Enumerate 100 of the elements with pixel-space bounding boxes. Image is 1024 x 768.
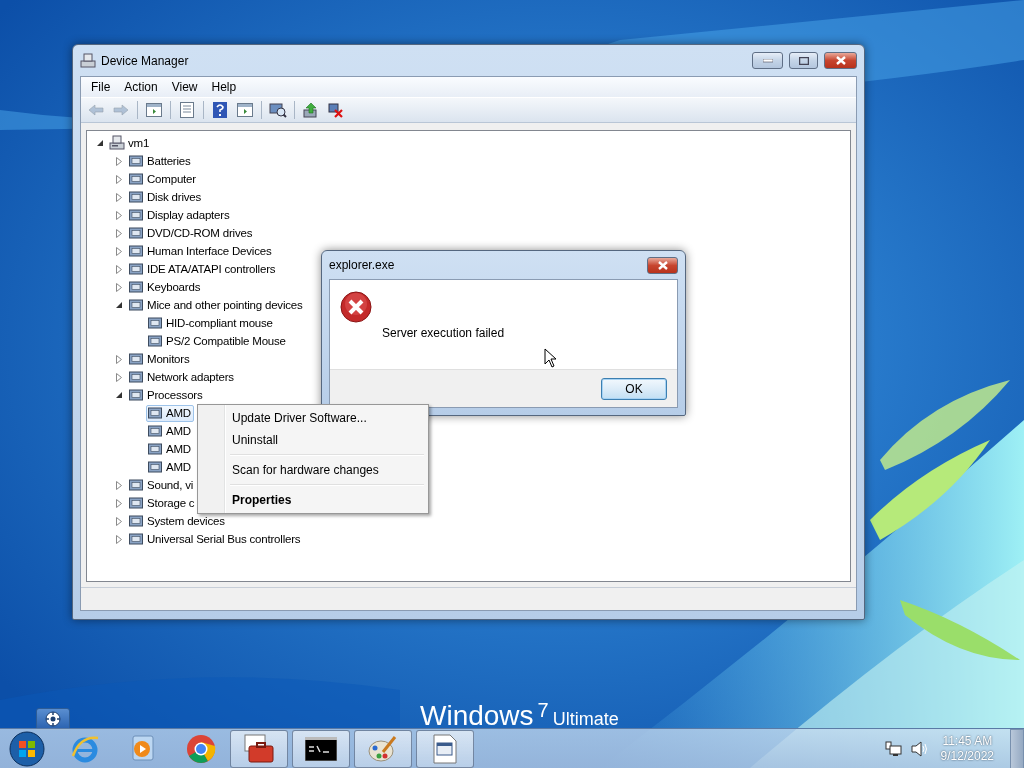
- collapsed-arrow-icon[interactable]: [116, 498, 122, 508]
- start-orb-icon: [8, 730, 46, 768]
- tree-item[interactable]: Batteries: [127, 152, 194, 170]
- tree-item[interactable]: IDE ATA/ATAPI controllers: [127, 260, 279, 278]
- collapsed-arrow-icon[interactable]: [116, 228, 122, 238]
- device-icon: [147, 459, 163, 475]
- toolbox-icon: [243, 734, 275, 764]
- gadget-button[interactable]: [36, 708, 70, 730]
- branding-text: Ultimate: [552, 710, 619, 728]
- tree-item[interactable]: HID-compliant mouse: [146, 314, 276, 332]
- tree-item[interactable]: Keyboards: [127, 278, 204, 296]
- menu-item[interactable]: Help: [204, 80, 244, 94]
- tree-item[interactable]: DVD/CD-ROM drives: [127, 224, 256, 242]
- forward-arrow-icon: [113, 104, 129, 116]
- tree-item[interactable]: Monitors: [127, 350, 193, 368]
- tree-item[interactable]: Display adapters: [127, 206, 233, 224]
- tree-item[interactable]: Sound, vi: [127, 476, 197, 494]
- tree-item[interactable]: Storage c: [127, 494, 198, 512]
- device-icon: [128, 207, 144, 223]
- collapsed-arrow-icon[interactable]: [116, 372, 122, 382]
- menu-item[interactable]: File: [84, 80, 118, 94]
- tree-item[interactable]: Network adapters: [127, 368, 237, 386]
- volume-icon[interactable]: [910, 741, 929, 757]
- media-player-icon: [129, 734, 157, 764]
- device-icon: [128, 171, 144, 187]
- collapsed-arrow-icon[interactable]: [116, 534, 122, 544]
- collapsed-arrow-icon[interactable]: [116, 210, 122, 220]
- tree-item[interactable]: Human Interface Devices: [127, 242, 275, 260]
- menu-item[interactable]: Uninstall: [200, 429, 426, 451]
- device-icon: [128, 369, 144, 385]
- tree-item[interactable]: vm1: [108, 134, 153, 152]
- device-icon: [128, 153, 144, 169]
- device-icon: [128, 351, 144, 367]
- device-icon: [128, 189, 144, 205]
- taskbar-button[interactable]: [416, 730, 474, 768]
- round-browser-icon: [186, 734, 216, 764]
- menu-item[interactable]: Scan for hardware changes: [200, 459, 426, 481]
- dial-icon: [45, 711, 61, 727]
- scan-icon: [269, 102, 287, 118]
- uninstall-icon: [328, 102, 344, 118]
- device-icon: [128, 261, 144, 277]
- menu-item[interactable]: Update Driver Software...: [200, 407, 426, 429]
- collapsed-arrow-icon[interactable]: [116, 156, 122, 166]
- close-button[interactable]: [647, 256, 678, 274]
- collapsed-arrow-icon[interactable]: [116, 480, 122, 490]
- back-arrow-icon: [88, 104, 104, 116]
- ok-button[interactable]: OK: [601, 377, 667, 400]
- maximize-icon: [798, 56, 809, 65]
- maximize-button[interactable]: [789, 52, 818, 69]
- pane-icon: [146, 103, 162, 117]
- collapsed-arrow-icon[interactable]: [116, 174, 122, 184]
- tree-item[interactable]: Computer: [127, 170, 199, 188]
- tree-item[interactable]: System devices: [127, 512, 228, 530]
- collapsed-arrow-icon[interactable]: [116, 516, 122, 526]
- collapsed-arrow-icon[interactable]: [116, 246, 122, 256]
- device-icon: [128, 279, 144, 295]
- error-message: Server execution failed: [382, 326, 505, 340]
- expanded-arrow-icon[interactable]: [96, 139, 104, 147]
- expanded-arrow-icon[interactable]: [115, 391, 123, 399]
- properties-icon: [180, 102, 194, 118]
- browser-icon: [70, 734, 100, 764]
- device-icon: [128, 513, 144, 529]
- taskbar-button[interactable]: [230, 730, 288, 768]
- tree-item[interactable]: Mice and other pointing devices: [127, 296, 306, 314]
- tree-item[interactable]: Universal Serial Bus controllers: [127, 530, 304, 548]
- menu-item[interactable]: Action: [117, 80, 165, 94]
- device-icon: [128, 495, 144, 511]
- collapsed-arrow-icon[interactable]: [116, 192, 122, 202]
- app-icon: [80, 52, 96, 69]
- tree-item[interactable]: Processors: [127, 386, 206, 404]
- device-icon: [147, 333, 163, 349]
- menu-item[interactable]: Properties: [200, 489, 426, 511]
- toolbar-button[interactable]: [267, 100, 289, 120]
- help-icon: [213, 102, 227, 118]
- update-driver-icon: [303, 102, 319, 118]
- tree-item[interactable]: AMD: [146, 404, 194, 422]
- tree-item[interactable]: Disk drives: [127, 188, 205, 206]
- device-icon: [128, 225, 144, 241]
- network-icon[interactable]: [884, 741, 903, 757]
- close-icon: [657, 260, 668, 270]
- branding-text: Windows: [420, 702, 534, 730]
- tree-item[interactable]: PS/2 Compatible Mouse: [146, 332, 289, 350]
- taskbar-button[interactable]: [292, 730, 350, 768]
- close-button[interactable]: [824, 52, 857, 69]
- collapsed-arrow-icon[interactable]: [116, 354, 122, 364]
- tree-item[interactable]: AMD: [146, 422, 194, 440]
- collapsed-arrow-icon[interactable]: [116, 264, 122, 274]
- tree-item[interactable]: AMD: [146, 440, 194, 458]
- device-icon: [147, 315, 163, 331]
- collapsed-arrow-icon[interactable]: [116, 282, 122, 292]
- window-title: Device Manager: [101, 53, 190, 68]
- tree-item[interactable]: AMD: [146, 458, 194, 476]
- device-icon: [147, 441, 163, 457]
- device-icon: [147, 405, 163, 421]
- menu-item[interactable]: View: [164, 80, 205, 94]
- device-icon: [147, 423, 163, 439]
- expanded-arrow-icon[interactable]: [115, 301, 123, 309]
- close-icon: [835, 56, 846, 65]
- minimize-button[interactable]: [752, 52, 783, 69]
- device-icon: [128, 297, 144, 313]
